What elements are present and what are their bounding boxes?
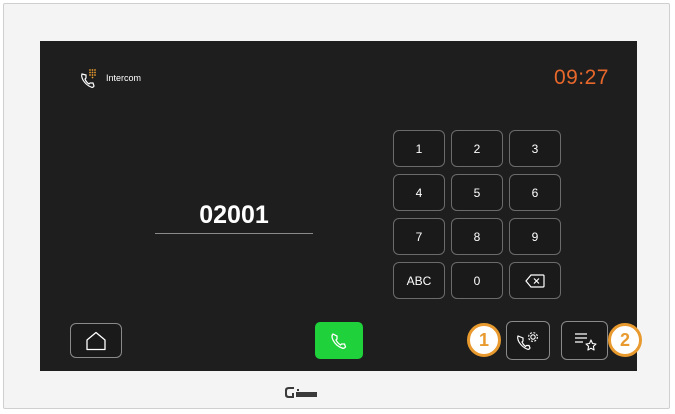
intercom-handset-keypad-icon [81,69,96,88]
keypad-key-5[interactable]: 5 [451,174,503,211]
brand-logo [285,387,317,398]
keypad-key-7[interactable]: 7 [393,218,445,255]
keypad-key-4[interactable]: 4 [393,174,445,211]
callout-badge-1: 1 [467,323,501,357]
keypad-key-1[interactable]: 1 [393,130,445,167]
keypad-key-0[interactable]: 0 [451,262,503,299]
keypad-key-8[interactable]: 8 [451,218,503,255]
intercom-screen: Intercom 09:27 02001 1 2 3 4 5 6 7 8 9 A… [40,41,637,371]
backspace-button[interactable] [509,262,561,299]
keypad-key-6[interactable]: 6 [509,174,561,211]
keypad-key-3[interactable]: 3 [509,130,561,167]
phone-icon [331,332,347,349]
home-icon [86,331,106,350]
phone-settings-icon [517,331,538,350]
keypad-key-9[interactable]: 9 [509,218,561,255]
home-button[interactable] [70,323,122,358]
call-button[interactable] [315,322,363,359]
backspace-icon [525,273,545,288]
keypad-key-2[interactable]: 2 [451,130,503,167]
favorites-button[interactable] [561,321,608,360]
dialed-number-display: 02001 [199,201,269,229]
call-settings-button[interactable] [506,321,550,360]
favorites-list-icon [574,332,597,351]
clock-time: 09:27 [553,66,609,89]
screen-title: Intercom [106,73,142,83]
callout-badge-2: 2 [608,323,642,357]
keypad-key-abc[interactable]: ABC [393,262,445,299]
number-underline [155,233,313,234]
